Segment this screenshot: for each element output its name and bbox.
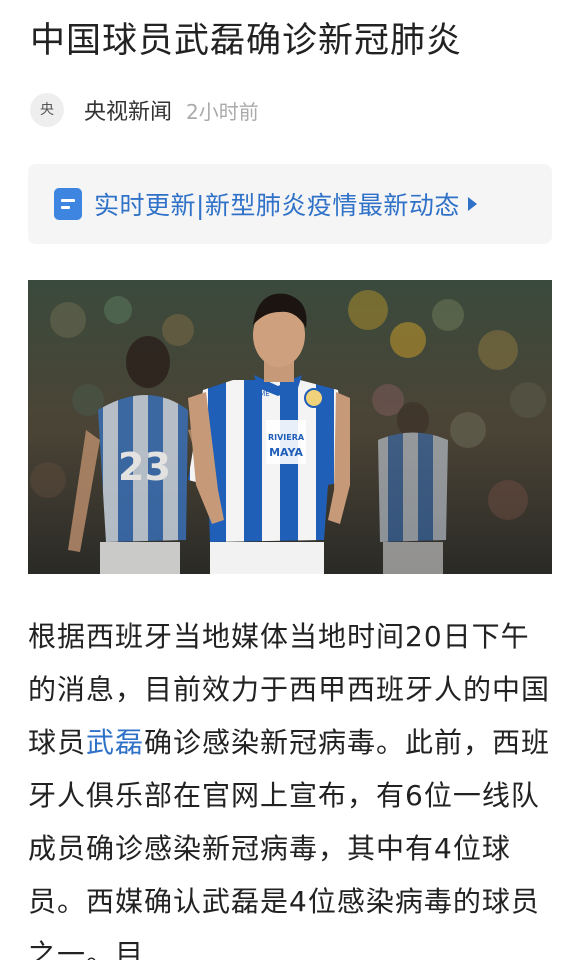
banner-text[interactable]: 实时更新|新型肺炎疫情最新动态 <box>94 186 460 222</box>
document-icon <box>54 188 82 220</box>
sponsor-line1: RIVIERA <box>268 433 305 442</box>
source-avatar[interactable]: 央 <box>30 93 64 127</box>
article-body: 根据西班牙当地媒体当地时间20日下午的消息，目前效力于西甲西班牙人的中国球员武磊… <box>28 610 558 960</box>
play-arrow-icon <box>467 197 477 211</box>
source-row: 央 央视新闻 2小时前 <box>30 90 550 130</box>
article-title: 中国球员武磊确诊新冠肺炎 <box>30 21 463 61</box>
article-photo[interactable]: 23 RIVIERA MAYA KELME <box>28 280 552 574</box>
publish-time: 2小时前 <box>186 99 259 124</box>
body-text-part2: 确诊感染新冠病毒。此前，西班牙人俱乐部在官网上宣布，有6位一线队成员确诊感染新冠… <box>28 726 551 960</box>
source-name[interactable]: 央视新闻 <box>84 94 172 126</box>
kit-brand: KELME <box>246 390 269 398</box>
live-update-banner[interactable]: 实时更新|新型肺炎疫情最新动态 <box>28 164 552 244</box>
player-name-link[interactable]: 武磊 <box>86 726 144 759</box>
sponsor-line2: MAYA <box>269 446 303 459</box>
football-player-image: 23 RIVIERA MAYA KELME <box>28 280 552 574</box>
jersey-number: 23 <box>118 445 171 489</box>
